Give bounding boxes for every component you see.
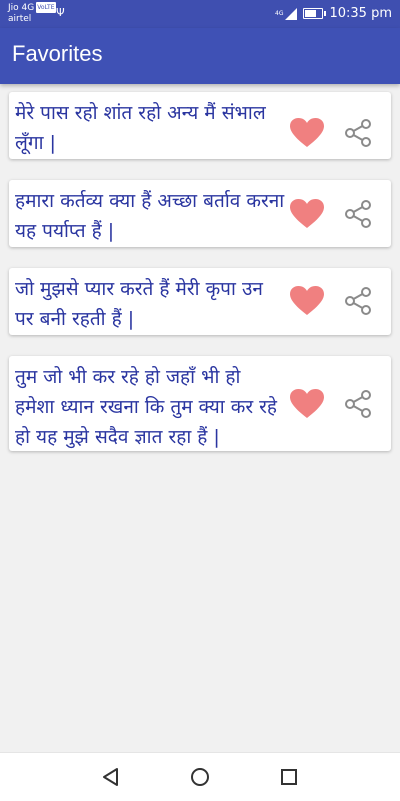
share-icon[interactable]: [343, 286, 373, 316]
back-icon[interactable]: [99, 765, 123, 789]
quote-card: तुम जो भी कर रहे हो जहाँ भी हो हमेशा ध्य…: [9, 356, 391, 451]
status-icons: 4G 10:35 pm: [275, 6, 392, 21]
quote-card: जो मुझसे प्यार करते हैं मेरी कृपा उन पर …: [9, 268, 391, 335]
carrier-info: Jio 4G VoLTE airtel: [8, 2, 56, 25]
battery-icon: [303, 8, 327, 19]
share-icon[interactable]: [343, 118, 373, 148]
status-bar: Jio 4G VoLTE airtel Ψ 4G 10:35 pm: [0, 0, 400, 28]
page-title: Favorites: [12, 41, 103, 66]
share-icon[interactable]: [343, 389, 373, 419]
recents-icon[interactable]: [277, 765, 301, 789]
quote-text: तुम जो भी कर रहे हो जहाँ भी हो हमेशा ध्य…: [15, 366, 278, 448]
quote-card: मेरे पास रहो शांत रहो अन्य मैं संभाल लूँ…: [9, 92, 391, 159]
usb-icon: Ψ: [56, 6, 65, 19]
navigation-bar: [0, 752, 400, 801]
quote-text: मेरे पास रहो शांत रहो अन्य मैं संभाल लूँ…: [15, 102, 266, 154]
heart-icon[interactable]: [290, 286, 324, 316]
volte-badge: VoLTE: [36, 2, 56, 13]
heart-icon[interactable]: [290, 389, 324, 419]
app-bar: Favorites: [0, 28, 400, 84]
carrier-2: airtel: [8, 14, 32, 24]
signal-icon: [285, 7, 298, 20]
quote-text: जो मुझसे प्यार करते हैं मेरी कृपा उन पर …: [15, 278, 263, 330]
heart-icon[interactable]: [290, 118, 324, 148]
home-icon[interactable]: [188, 765, 212, 789]
clock: 10:35 pm: [329, 6, 392, 21]
network-type: 4G: [275, 10, 284, 17]
carrier-1: Jio 4G: [8, 3, 35, 13]
quote-card: हमारा कर्तव्य क्या हैं अच्छा बर्ताव करना…: [9, 180, 391, 247]
quote-text: हमारा कर्तव्य क्या हैं अच्छा बर्ताव करना…: [15, 190, 285, 242]
heart-icon[interactable]: [290, 199, 324, 229]
share-icon[interactable]: [343, 199, 373, 229]
